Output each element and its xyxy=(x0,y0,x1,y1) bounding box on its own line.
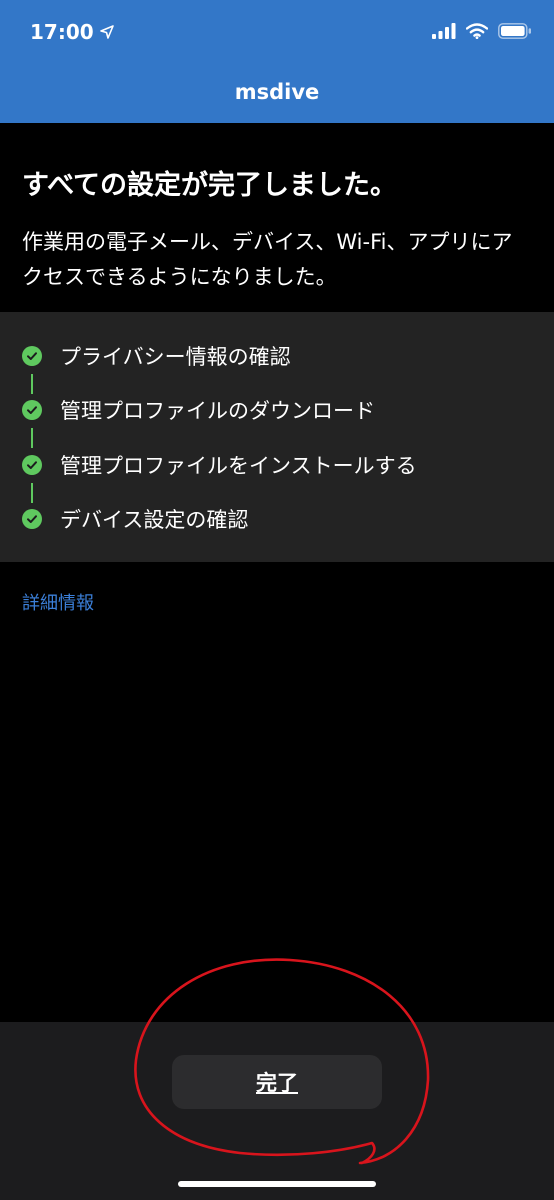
nav-title: msdive xyxy=(234,80,320,104)
step-label: 管理プロファイルをインストールする xyxy=(60,454,417,478)
status-bar-time-group: 17:00 xyxy=(30,20,114,44)
step-connector xyxy=(31,483,33,503)
wifi-icon xyxy=(466,23,488,39)
intro-section: すべての設定が完了しました。 作業用の電子メール、デバイス、Wi-Fi、アプリに… xyxy=(0,123,554,311)
step-profile-install: 管理プロファイルをインストールする xyxy=(22,450,417,480)
step-profile-download: 管理プロファイルのダウンロード xyxy=(22,395,375,425)
footer-bar: 完了 xyxy=(0,1022,554,1200)
page-title: すべての設定が完了しました。 xyxy=(22,170,398,201)
check-circle-icon xyxy=(22,400,42,420)
page-description: 作業用の電子メール、デバイス、Wi-Fi、アプリにアクセスできるようになりました… xyxy=(22,230,513,289)
check-circle-icon xyxy=(22,455,42,475)
setup-steps-list: プライバシー情報の確認 管理プロファイルのダウンロード 管理プロファイルをインス… xyxy=(0,312,554,562)
more-info-link[interactable]: 詳細情報 xyxy=(22,589,94,615)
status-time: 17:00 xyxy=(30,20,94,44)
step-label: デバイス設定の確認 xyxy=(60,508,249,532)
location-arrow-icon xyxy=(99,25,114,39)
step-device-settings-check: デバイス設定の確認 xyxy=(22,504,248,534)
step-label: プライバシー情報の確認 xyxy=(60,345,291,369)
check-circle-icon xyxy=(22,509,42,529)
check-circle-icon xyxy=(22,346,42,366)
step-connector xyxy=(31,428,33,448)
app-header: 17:00 msdive xyxy=(0,0,554,123)
battery-icon xyxy=(498,23,531,39)
step-privacy-review: プライバシー情報の確認 xyxy=(22,341,291,371)
home-indicator[interactable] xyxy=(178,1181,376,1187)
done-button[interactable]: 完了 xyxy=(172,1055,382,1109)
cellular-signal-icon xyxy=(432,23,456,39)
step-label: 管理プロファイルのダウンロード xyxy=(60,399,375,423)
status-bar-indicators xyxy=(432,23,532,39)
step-connector xyxy=(31,374,33,394)
